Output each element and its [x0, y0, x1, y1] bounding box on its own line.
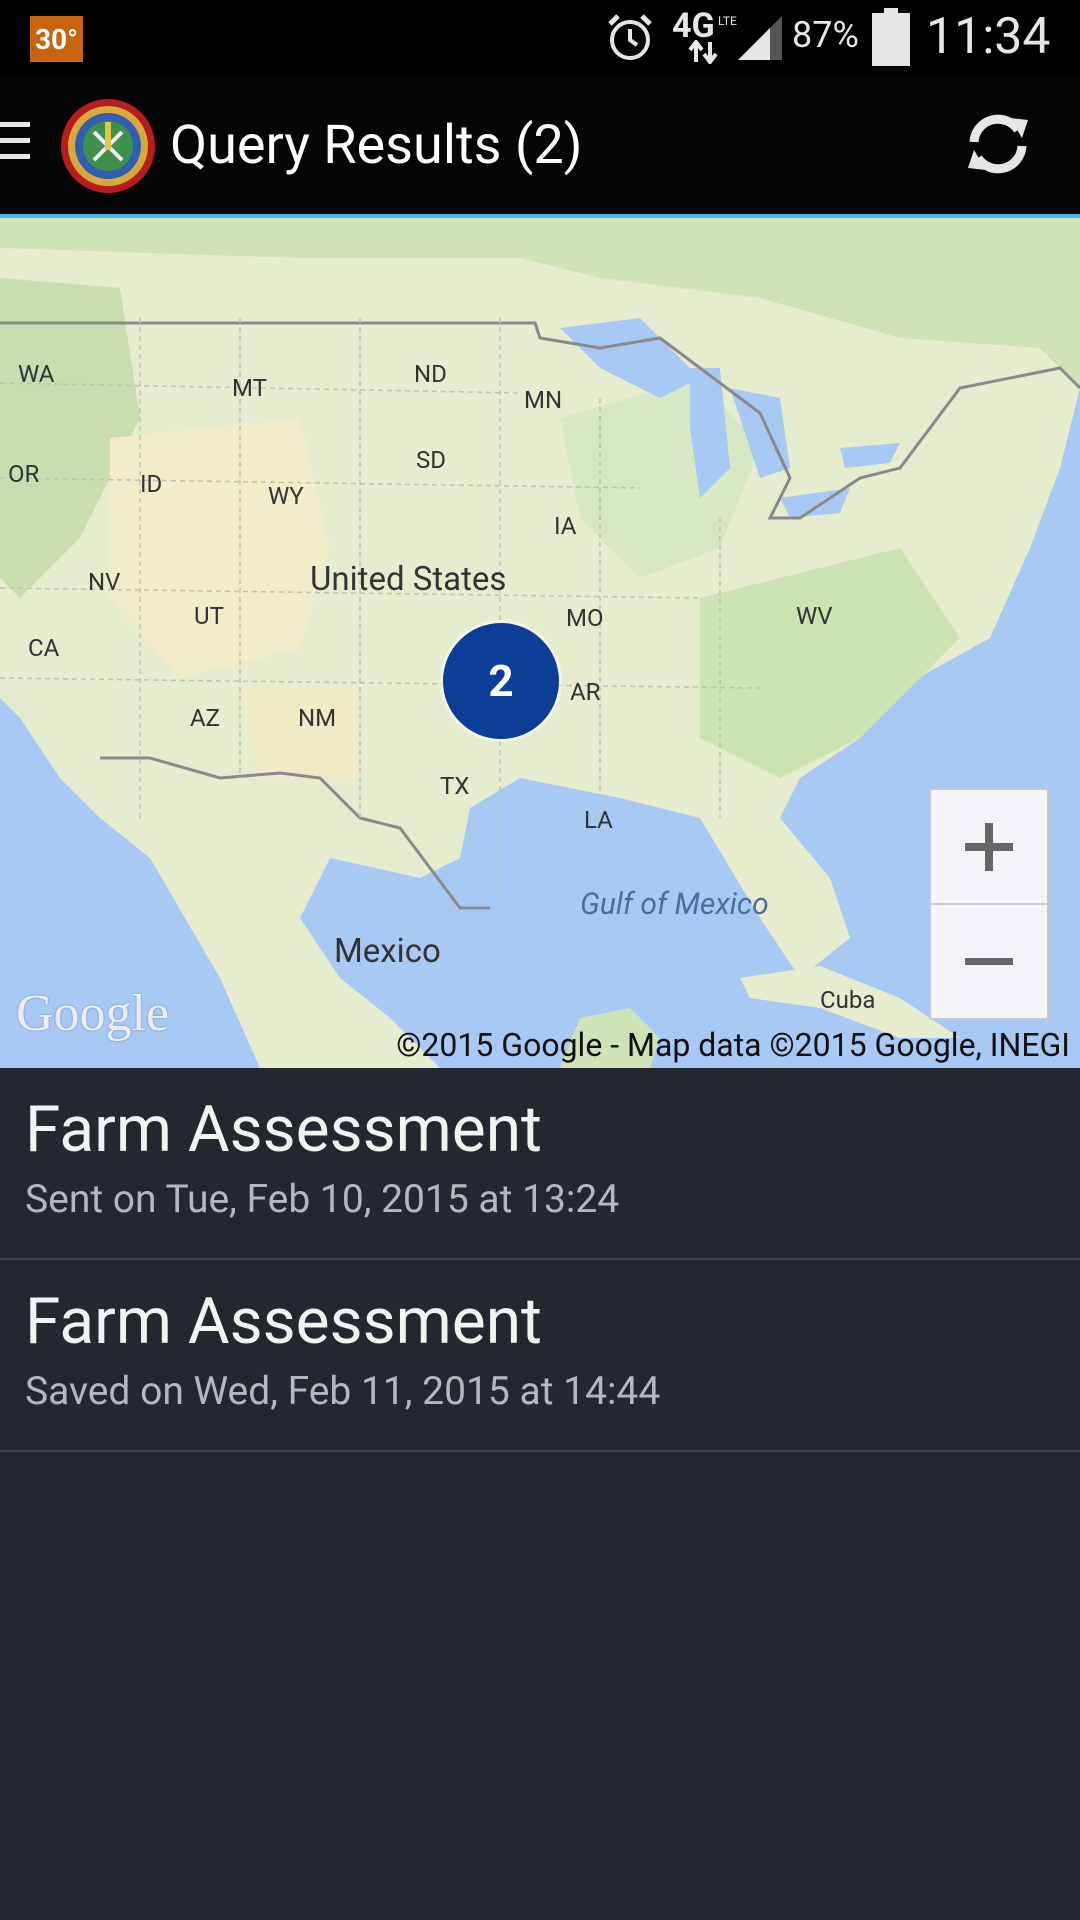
map-label-tx: TX — [440, 772, 470, 800]
battery-percentage: 87% — [792, 14, 859, 56]
page-title: Query Results (2) — [170, 114, 583, 177]
map-label-ut: UT — [194, 602, 224, 630]
map-label-mexico: Mexico — [334, 932, 441, 971]
map-label-sd: SD — [416, 446, 446, 474]
network-subtype: LTE — [718, 14, 737, 28]
signal-strength-icon — [738, 16, 782, 60]
hamburger-menu-icon[interactable] — [0, 122, 30, 166]
map-label-mo: MO — [566, 604, 604, 632]
action-bar: Query Results (2) — [0, 76, 1080, 218]
map-label-nv: NV — [88, 568, 121, 596]
google-logo: Google — [16, 985, 170, 1042]
clock: 11:34 — [926, 8, 1051, 66]
results-list: Farm Assessment Sent on Tue, Feb 10, 201… — [0, 1068, 1080, 1452]
map-label-la: LA — [584, 806, 613, 834]
refresh-icon[interactable] — [960, 106, 1036, 182]
map-label-wv: WV — [796, 602, 833, 630]
map-label-id: ID — [140, 470, 163, 498]
minus-icon — [965, 957, 1013, 965]
map-view[interactable]: WA MT ND MN OR ID SD WY IA NV United Sta… — [0, 218, 1080, 1068]
map-label-mt: MT — [232, 374, 267, 402]
app-logo-seal[interactable] — [60, 98, 156, 194]
map-label-ca: CA — [28, 634, 60, 662]
map-label-nm: NM — [298, 704, 337, 732]
result-subtitle: Saved on Wed, Feb 11, 2015 at 14:44 — [25, 1368, 661, 1414]
map-label-cuba: Cuba — [820, 986, 876, 1014]
battery-icon — [872, 8, 910, 66]
map-cluster-marker[interactable]: 2 — [440, 620, 562, 742]
zoom-out-button[interactable] — [931, 905, 1047, 1018]
alarm-icon — [608, 14, 652, 60]
result-title: Farm Assessment — [25, 1284, 542, 1359]
zoom-controls — [929, 788, 1049, 1020]
map-label-ar: AR — [570, 678, 601, 706]
map-label-gulf-of-mexico: Gulf of Mexico — [580, 887, 769, 922]
list-item[interactable]: Farm Assessment Sent on Tue, Feb 10, 201… — [0, 1068, 1080, 1260]
map-label-mn: MN — [524, 386, 563, 414]
cluster-count: 2 — [443, 623, 559, 739]
map-label-nd: ND — [414, 360, 447, 388]
map-label-or: OR — [8, 460, 40, 488]
result-subtitle: Sent on Tue, Feb 10, 2015 at 13:24 — [25, 1176, 620, 1222]
map-label-az: AZ — [190, 704, 221, 732]
map-label-united-states: United States — [310, 560, 507, 599]
status-bar: 30° 4G LTE 87% 11:34 — [0, 0, 1080, 76]
map-label-ia: IA — [554, 512, 577, 540]
weather-temperature-badge: 30° — [30, 16, 83, 62]
map-label-wa: WA — [18, 360, 55, 388]
map-attribution[interactable]: ©2015 Google - Map data ©2015 Google, IN… — [396, 1026, 1070, 1064]
list-item[interactable]: Farm Assessment Saved on Wed, Feb 11, 20… — [0, 1260, 1080, 1452]
result-title: Farm Assessment — [25, 1092, 542, 1167]
plus-icon — [965, 822, 1013, 871]
data-transfer-icon — [688, 40, 718, 64]
zoom-in-button[interactable] — [931, 790, 1047, 903]
map-label-wy: WY — [268, 482, 304, 510]
